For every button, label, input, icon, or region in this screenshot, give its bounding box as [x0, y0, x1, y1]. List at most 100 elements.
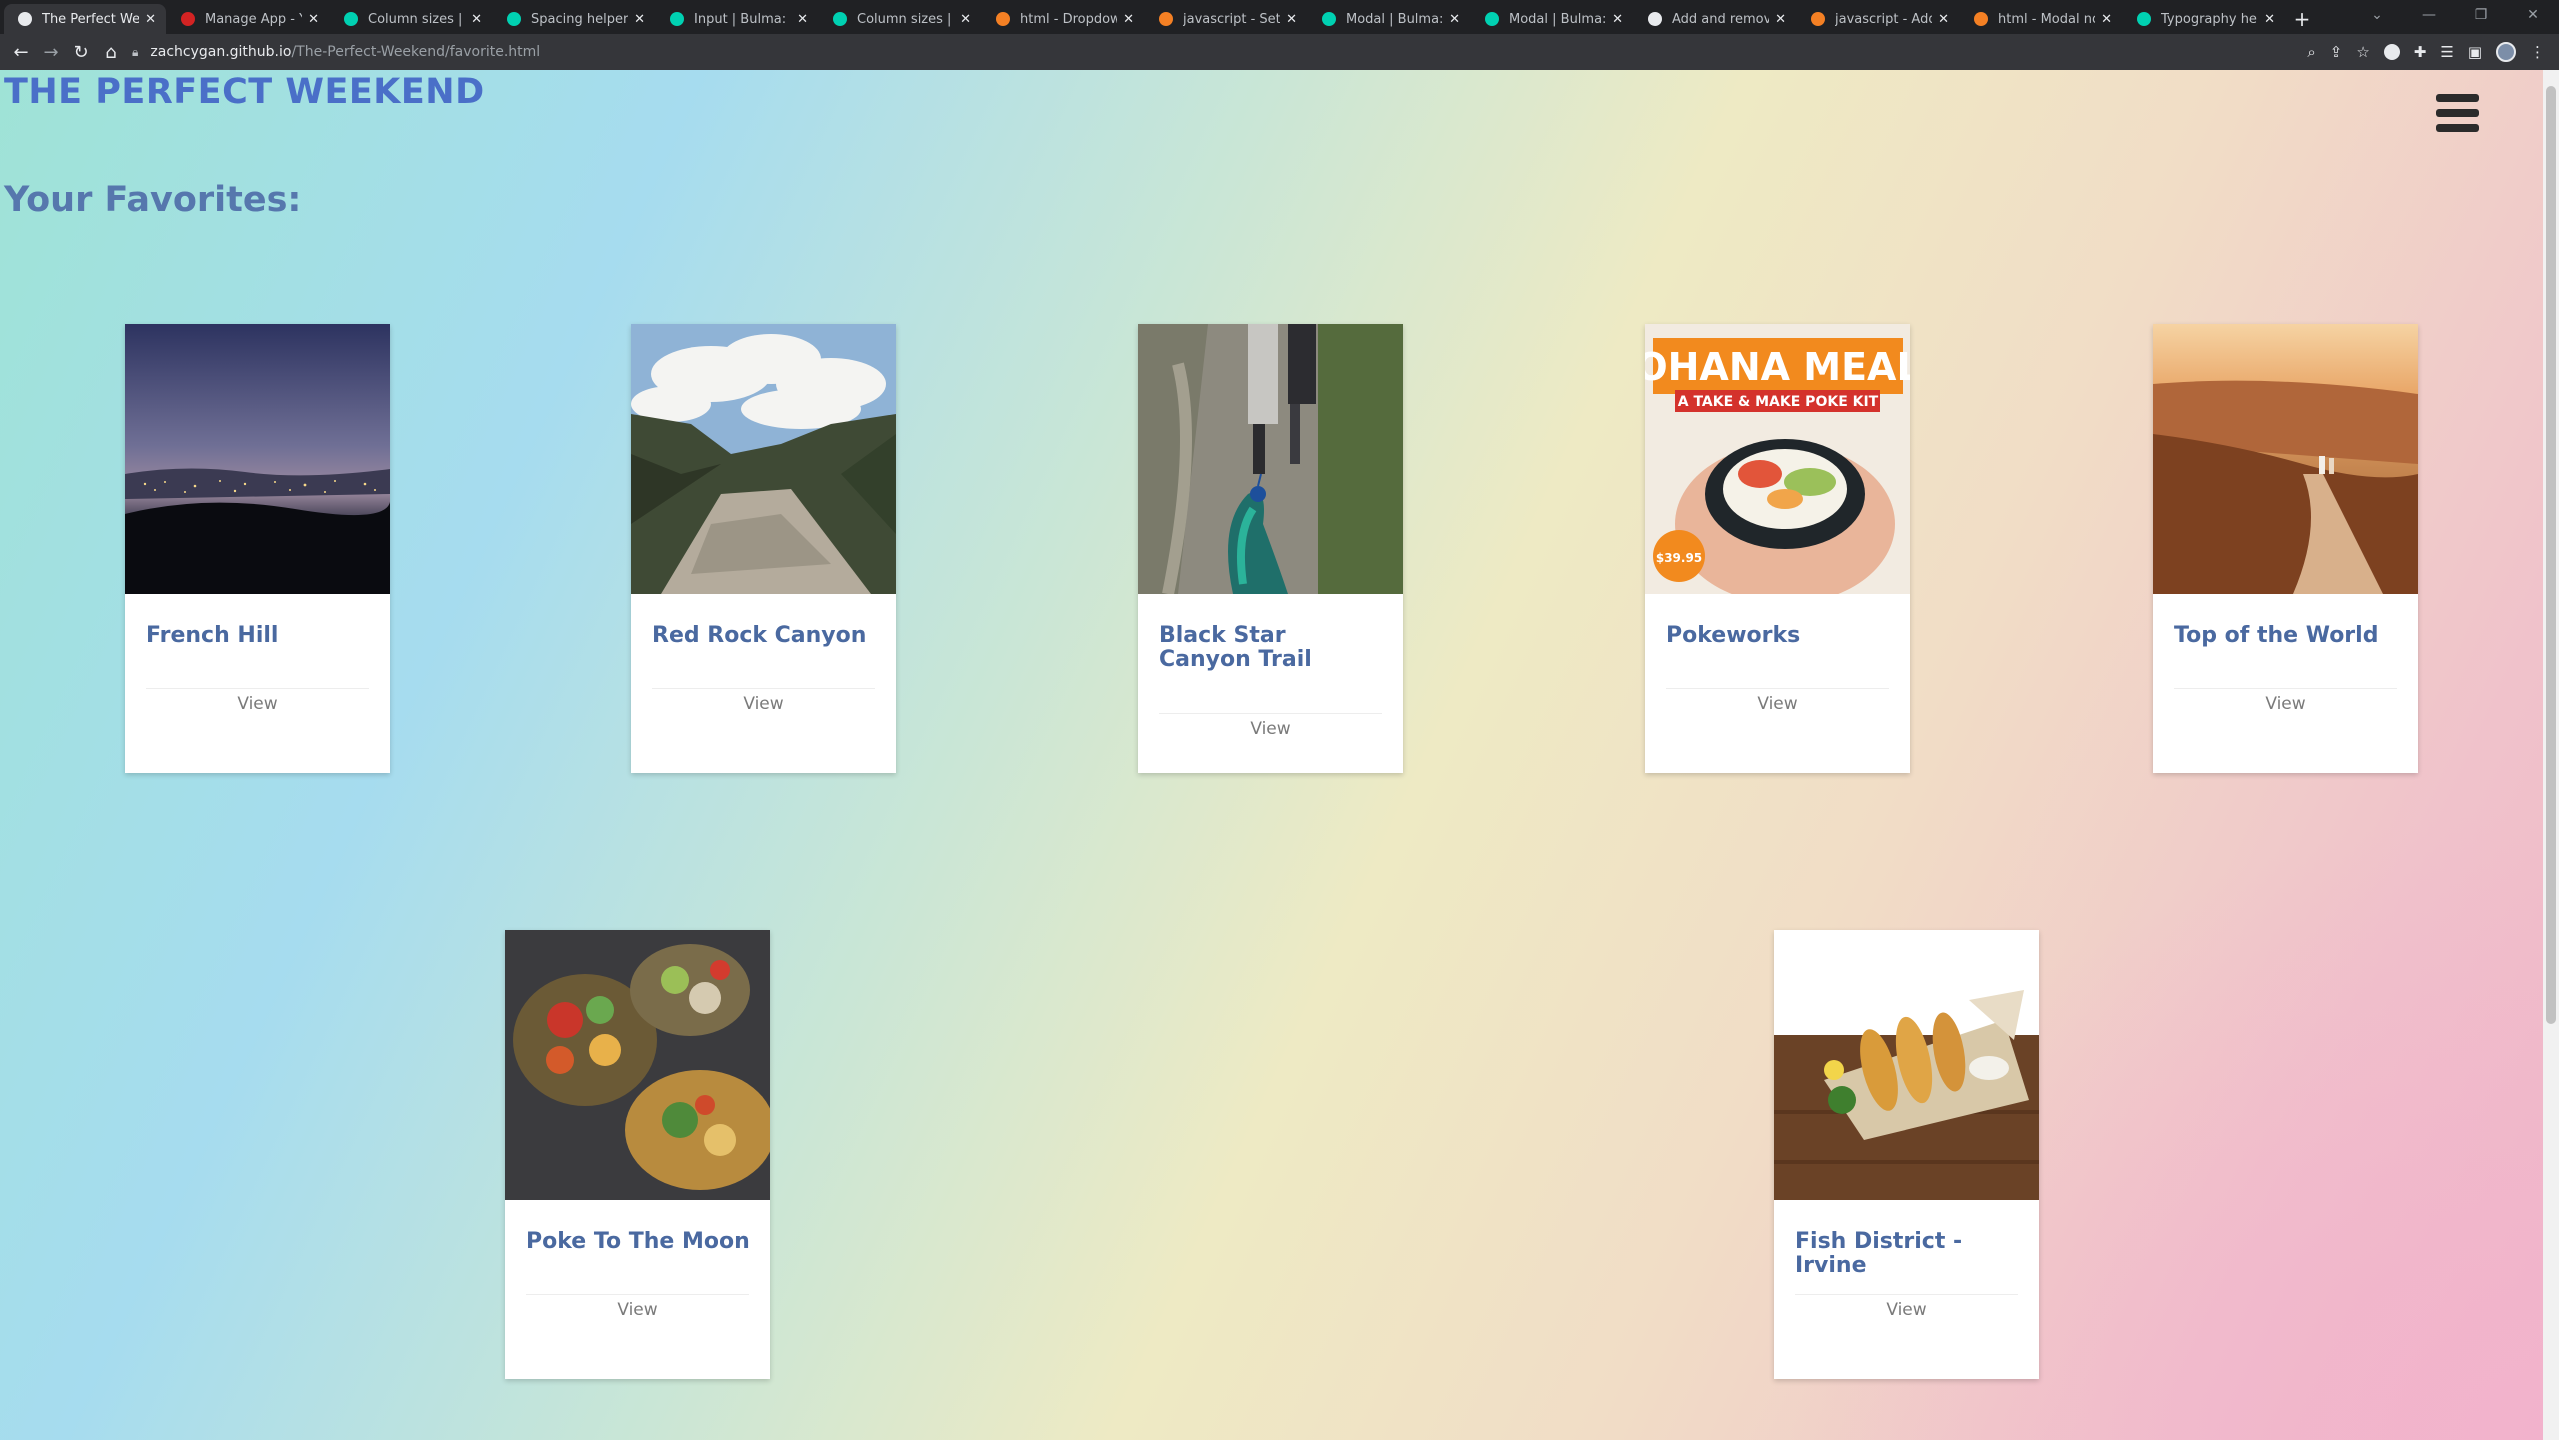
view-button[interactable]: View: [1645, 694, 1910, 714]
card-title: French Hill: [146, 623, 279, 648]
bookmark-star-icon[interactable]: ☆: [2356, 43, 2369, 61]
hamburger-menu-icon[interactable]: [2436, 94, 2479, 134]
browser-tab[interactable]: Modal | Bulma: Fr ✕: [1471, 4, 1633, 34]
home-icon[interactable]: ⌂: [96, 42, 126, 63]
close-tab-icon[interactable]: ✕: [471, 12, 482, 27]
bulma-icon: [2137, 12, 2151, 26]
close-tab-icon[interactable]: ✕: [960, 12, 971, 27]
profile-avatar[interactable]: [2496, 42, 2516, 62]
site-title[interactable]: THE PERFECT WEEKEND: [4, 72, 485, 112]
favorite-card: Poke To The Moon View: [505, 930, 770, 1379]
bulma-icon: [1485, 12, 1499, 26]
browser-tab[interactable]: Manage App - Yel ✕: [167, 4, 329, 34]
close-window-icon[interactable]: ✕: [2507, 0, 2559, 30]
browser-tab[interactable]: Input | Bulma: Fre ✕: [656, 4, 818, 34]
lock-icon[interactable]: 🔒︎: [132, 45, 138, 60]
view-button[interactable]: View: [631, 694, 896, 714]
tab-title: Typography helpe: [2161, 11, 2258, 27]
card-image-poke-to-the-moon: [505, 930, 770, 1200]
tab-title: html - Dropdown: [1020, 11, 1118, 27]
tab-title: Column sizes | Bu: [857, 11, 954, 27]
ad-subline: A TAKE & MAKE POKE KIT: [1678, 394, 1879, 410]
minimize-icon[interactable]: —: [2403, 0, 2455, 30]
restore-icon[interactable]: ❐: [2455, 0, 2507, 30]
card-divider: [146, 688, 369, 689]
window-controls: ⌄ — ❐ ✕: [2351, 0, 2559, 30]
tab-title: javascript - Add D: [1835, 11, 1932, 27]
close-tab-icon[interactable]: ✕: [1286, 12, 1297, 27]
toolbar-icons: ⌕ ⇪ ☆ ✚ ☰ ▣ ⋮: [2307, 34, 2545, 70]
tab-title: Modal | Bulma: Fr: [1346, 11, 1444, 27]
bulma-icon: [833, 12, 847, 26]
tab-title: Spacing helpers | B: [531, 11, 629, 27]
browser-tab[interactable]: Add and remove c ✕: [1634, 4, 1796, 34]
forward-icon[interactable]: →: [36, 42, 66, 63]
close-tab-icon[interactable]: ✕: [634, 12, 645, 27]
yelp-icon: [181, 12, 195, 26]
view-button[interactable]: View: [1138, 719, 1403, 739]
browser-tab[interactable]: html - Modal not ✕: [1960, 4, 2122, 34]
browser-toolbar: ← → ↻ ⌂ 🔒︎ zachcygan.github.io/The-Perfe…: [0, 34, 2559, 70]
card-image-pokeworks: OHANA MEAL A TAKE & MAKE POKE KIT $39.95: [1645, 324, 1910, 594]
close-tab-icon[interactable]: ✕: [145, 12, 156, 27]
reading-list-icon[interactable]: ☰: [2440, 43, 2453, 61]
close-tab-icon[interactable]: ✕: [2264, 12, 2275, 27]
close-tab-icon[interactable]: ✕: [1612, 12, 1623, 27]
favorite-card: Top of the World View: [2153, 324, 2418, 773]
tab-title: Modal | Bulma: Fr: [1509, 11, 1607, 27]
close-tab-icon[interactable]: ✕: [1938, 12, 1949, 27]
view-button[interactable]: View: [2153, 694, 2418, 714]
card-divider: [2174, 688, 2397, 689]
card-divider: [526, 1294, 749, 1295]
tab-search-icon[interactable]: ⌄: [2351, 0, 2403, 30]
card-divider: [1795, 1294, 2018, 1295]
favorite-card: Black Star Canyon Trail View: [1138, 324, 1403, 773]
scrollbar-thumb[interactable]: [2546, 86, 2556, 1024]
browser-tab[interactable]: javascript - Add D ✕: [1797, 4, 1959, 34]
card-title: Poke To The Moon: [526, 1229, 750, 1254]
card-image-french-hill: [125, 324, 390, 594]
card-title: Black Star Canyon Trail: [1159, 623, 1312, 672]
tab-strip: The Perfect Weeke✕Manage App - Yel✕ Colum…: [0, 0, 2559, 34]
ad-price: $39.95: [1656, 551, 1702, 565]
browser-tab[interactable]: Column sizes | Bu ✕: [819, 4, 981, 34]
puzzle-icon[interactable]: ✚: [2414, 43, 2427, 61]
card-image-red-rock-canyon: [631, 324, 896, 594]
favorite-card: Red Rock Canyon View: [631, 324, 896, 773]
reload-icon[interactable]: ↻: [66, 42, 96, 63]
card-title: Top of the World: [2174, 623, 2379, 648]
browser-tab[interactable]: javascript - Set th ✕: [1145, 4, 1307, 34]
view-button[interactable]: View: [125, 694, 390, 714]
extension-icon[interactable]: [2383, 44, 2400, 60]
globe-icon: [18, 12, 32, 26]
card-image-fish-district: [1774, 930, 2039, 1200]
favorites-heading: Your Favorites:: [4, 180, 302, 220]
share-icon[interactable]: ⇪: [2330, 43, 2343, 61]
address-bar[interactable]: 🔒︎ zachcygan.github.io/The-Perfect-Weeke…: [132, 34, 540, 70]
browser-tab[interactable]: Spacing helpers | B ✕: [493, 4, 655, 34]
close-tab-icon[interactable]: ✕: [308, 12, 319, 27]
close-tab-icon[interactable]: ✕: [1123, 12, 1134, 27]
new-tab-button[interactable]: +: [2286, 4, 2318, 34]
close-tab-icon[interactable]: ✕: [2101, 12, 2112, 27]
browser-tab[interactable]: The Perfect Weeke ✕: [4, 4, 166, 34]
menu-kebab-icon[interactable]: ⋮: [2530, 43, 2545, 61]
browser-tab[interactable]: Modal | Bulma: Fr ✕: [1308, 4, 1470, 34]
close-tab-icon[interactable]: ✕: [1449, 12, 1460, 27]
back-icon[interactable]: ←: [6, 42, 36, 63]
view-button[interactable]: View: [1774, 1300, 2039, 1320]
url-path: /The-Perfect-Weekend/favorite.html: [291, 44, 541, 60]
close-tab-icon[interactable]: ✕: [797, 12, 808, 27]
side-panel-icon[interactable]: ▣: [2468, 43, 2482, 61]
favorite-card: French Hill View: [125, 324, 390, 773]
tab-title: Add and remove c: [1672, 11, 1770, 27]
bulma-icon: [1322, 12, 1336, 26]
zoom-icon[interactable]: ⌕: [2307, 43, 2315, 61]
ad-headline: OHANA MEAL: [1645, 345, 1910, 389]
browser-tab[interactable]: Column sizes | Bu ✕: [330, 4, 492, 34]
browser-tab[interactable]: html - Dropdown ✕: [982, 4, 1144, 34]
browser-tab[interactable]: Typography helpe ✕: [2123, 4, 2285, 34]
view-button[interactable]: View: [505, 1300, 770, 1320]
page-scrollbar[interactable]: [2543, 70, 2559, 1440]
close-tab-icon[interactable]: ✕: [1775, 12, 1786, 27]
